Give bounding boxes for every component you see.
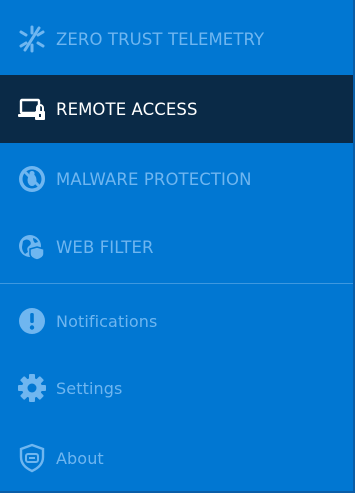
shield-info-icon <box>17 443 47 473</box>
exclamation-circle-icon <box>17 306 47 336</box>
menu-item-label: ZERO TRUST TELEMETRY <box>56 29 265 49</box>
menu-item-web-filter[interactable]: WEB FILTER <box>0 213 353 281</box>
menu-item-label: WEB FILTER <box>56 237 154 257</box>
menu-item-label: MALWARE PROTECTION <box>56 169 252 189</box>
menu-item-notifications[interactable]: Notifications <box>0 287 353 355</box>
menu-item-malware-protection[interactable]: MALWARE PROTECTION <box>0 145 353 213</box>
menu-item-remote-access[interactable]: REMOTE ACCESS <box>0 75 353 143</box>
gear-icon <box>17 373 47 403</box>
menu-item-label: REMOTE ACCESS <box>56 99 198 119</box>
malware-bug-blocked-icon <box>17 164 47 194</box>
menu-item-label: Settings <box>56 378 123 398</box>
menu-divider <box>0 283 353 284</box>
globe-shield-icon <box>17 232 47 262</box>
remote-access-laptop-lock-icon <box>17 94 47 124</box>
menu-item-about[interactable]: About <box>0 424 353 492</box>
menu-item-settings[interactable]: Settings <box>0 354 353 422</box>
sidebar-menu: ZERO TRUST TELEMETRY REMOTE ACCESS MALWA… <box>0 0 355 493</box>
menu-item-label: Notifications <box>56 311 158 331</box>
menu-item-zero-trust-telemetry[interactable]: ZERO TRUST TELEMETRY <box>0 5 353 73</box>
telemetry-icon <box>17 24 47 54</box>
menu-item-label: About <box>56 448 104 468</box>
